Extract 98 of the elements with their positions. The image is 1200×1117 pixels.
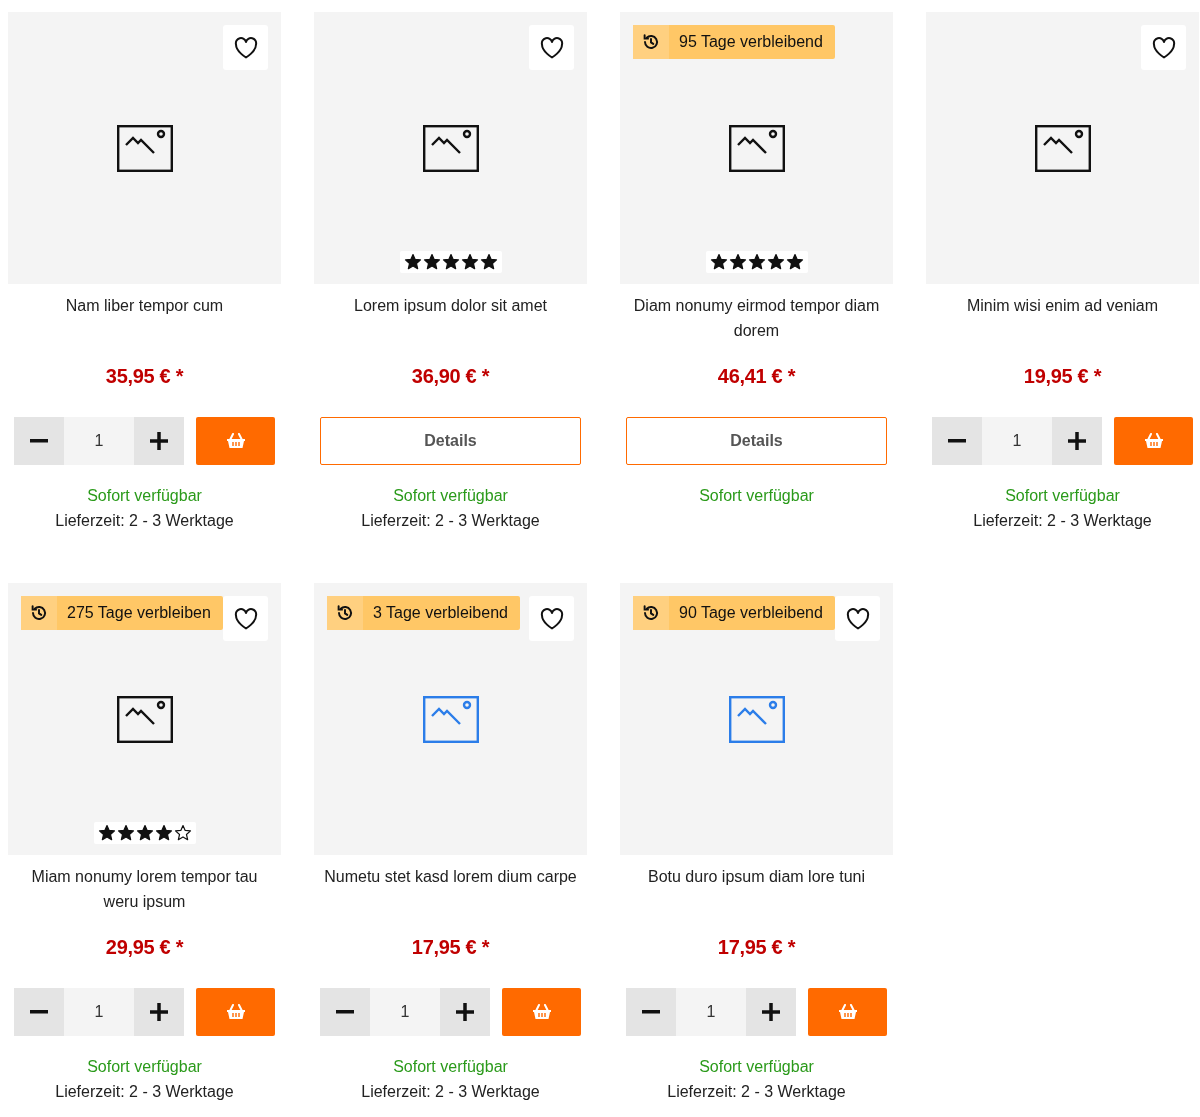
decrease-button[interactable] (320, 988, 370, 1036)
product-title: Nam liber tempor cum (64, 296, 225, 316)
product-title: Miam nonumy lorem tempor tau weru ipsum (30, 867, 259, 912)
plus-icon (456, 1003, 474, 1021)
history-icon (336, 604, 354, 622)
minus-icon (336, 1010, 354, 1014)
star-icon (97, 824, 116, 842)
delivery-time: Lieferzeit: 2 - 3 Werktage (666, 1082, 847, 1102)
wishlist-button[interactable] (223, 596, 268, 641)
minus-icon (948, 439, 966, 443)
heart-icon (1151, 36, 1176, 59)
add-to-cart-button[interactable] (196, 417, 275, 465)
star-icon (728, 253, 747, 271)
basket-icon (225, 433, 246, 449)
availability-text: Sofort verfügbar (392, 486, 509, 506)
heart-icon (233, 607, 258, 630)
quantity-field[interactable]: 1 (982, 417, 1052, 465)
product-price: 46,41 € * (716, 364, 797, 389)
details-button[interactable]: Details (320, 417, 581, 465)
heart-icon (539, 607, 564, 630)
product-price: 36,90 € * (410, 364, 491, 389)
product-price: 35,95 € * (104, 364, 185, 389)
star-icon (403, 253, 422, 271)
add-to-cart-button[interactable] (1114, 417, 1193, 465)
star-icon (479, 253, 498, 271)
add-to-cart-button[interactable] (808, 988, 887, 1036)
wishlist-button[interactable] (529, 596, 574, 641)
add-to-cart-button[interactable] (502, 988, 581, 1036)
increase-button[interactable] (134, 988, 184, 1036)
decrease-button[interactable] (14, 988, 64, 1036)
star-icon (422, 253, 441, 271)
wishlist-button[interactable] (1141, 25, 1186, 70)
star-icon (116, 824, 135, 842)
minus-icon (30, 439, 48, 443)
availability-text: Sofort verfügbar (1004, 486, 1121, 506)
plus-icon (150, 432, 168, 450)
decrease-button[interactable] (626, 988, 676, 1036)
product-price: 17,95 € * (410, 935, 491, 960)
plus-icon (150, 1003, 168, 1021)
details-button[interactable]: Details (626, 417, 887, 465)
basket-icon (837, 1004, 858, 1020)
delivery-time: Lieferzeit: 2 - 3 Werktage (360, 511, 541, 531)
basket-icon (531, 1004, 552, 1020)
increase-button[interactable] (1052, 417, 1102, 465)
wishlist-button[interactable] (835, 596, 880, 641)
star-icon (766, 253, 785, 271)
star-icon (785, 253, 804, 271)
delivery-time: Lieferzeit: 2 - 3 Werktage (360, 1082, 541, 1102)
history-icon (30, 604, 48, 622)
increase-button[interactable] (440, 988, 490, 1036)
delivery-time: Lieferzeit: 2 - 3 Werktage (54, 511, 235, 531)
availability-text: Sofort verfügbar (698, 1057, 815, 1077)
history-icon (642, 604, 660, 622)
badge-text: 275 Tage verbleiben (66, 603, 212, 623)
product-price: 17,95 € * (716, 935, 797, 960)
delivery-time: Lieferzeit: 2 - 3 Werktage (54, 1082, 235, 1102)
increase-button[interactable] (746, 988, 796, 1036)
add-to-cart-button[interactable] (196, 988, 275, 1036)
heart-icon (845, 607, 870, 630)
minus-icon (642, 1010, 660, 1014)
decrease-button[interactable] (932, 417, 982, 465)
quantity-field[interactable]: 1 (64, 988, 134, 1036)
wishlist-button[interactable] (529, 25, 574, 70)
plus-icon (1068, 432, 1086, 450)
wishlist-button[interactable] (223, 25, 268, 70)
product-price: 19,95 € * (1022, 364, 1103, 389)
product-title: Minim wisi enim ad veniam (965, 296, 1160, 316)
increase-button[interactable] (134, 417, 184, 465)
minus-icon (30, 1010, 48, 1014)
product-title: Numetu stet kasd lorem dium carpe (323, 867, 578, 887)
decrease-button[interactable] (14, 417, 64, 465)
badge-text: 95 Tage verbleibend (678, 32, 824, 52)
star-icon (460, 253, 479, 271)
heart-icon (233, 36, 258, 59)
availability-text: Sofort verfügbar (698, 486, 815, 506)
quantity-field[interactable]: 1 (64, 417, 134, 465)
availability-text: Sofort verfügbar (86, 1057, 203, 1077)
delivery-time: Lieferzeit: 2 - 3 Werktage (972, 511, 1153, 531)
star-icon (154, 824, 173, 842)
product-title: Botu duro ipsum diam lore tuni (647, 867, 866, 887)
availability-text: Sofort verfügbar (86, 486, 203, 506)
product-title: Lorem ipsum dolor sit amet (353, 296, 548, 316)
availability-text: Sofort verfügbar (392, 1057, 509, 1077)
star-icon (709, 253, 728, 271)
badge-text: 90 Tage verbleibend (678, 603, 824, 623)
basket-icon (225, 1004, 246, 1020)
product-title: Diam nonumy eirmod tempor diam dorem (632, 296, 881, 341)
plus-icon (762, 1003, 780, 1021)
quantity-field[interactable]: 1 (676, 988, 746, 1036)
star-icon (747, 253, 766, 271)
product-price: 29,95 € * (104, 935, 185, 960)
star-icon (135, 824, 154, 842)
heart-icon (539, 36, 564, 59)
star-icon (441, 253, 460, 271)
quantity-field[interactable]: 1 (370, 988, 440, 1036)
history-icon (642, 33, 660, 51)
badge-text: 3 Tage verbleibend (372, 603, 509, 623)
basket-icon (1143, 433, 1164, 449)
